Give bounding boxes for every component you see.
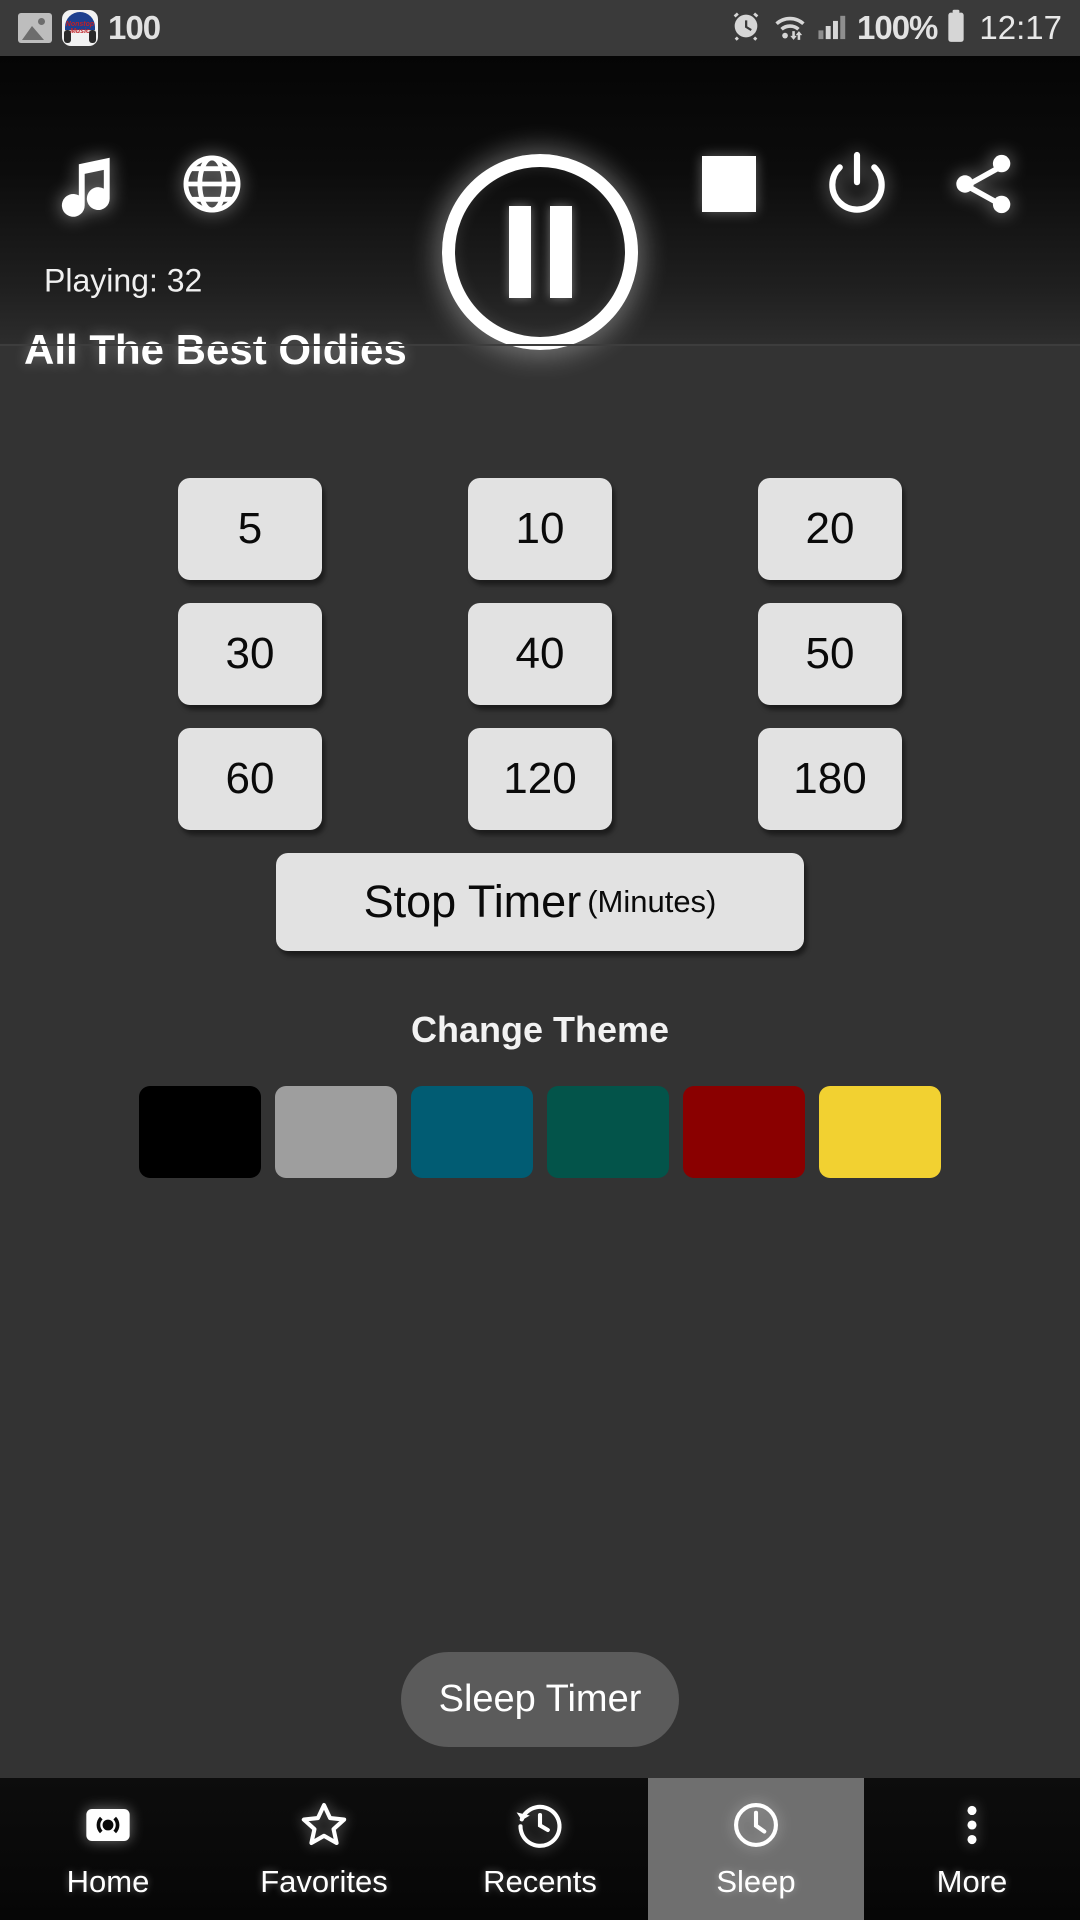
pause-icon[interactable] [442, 154, 638, 350]
nav-item-favorites[interactable]: Favorites [216, 1778, 432, 1920]
nav-item-home[interactable]: Home [0, 1778, 216, 1920]
power-icon[interactable] [818, 145, 896, 223]
history-icon [514, 1799, 566, 1851]
nav-label-favorites: Favorites [260, 1863, 388, 1899]
page-title: All The Best Oldies [24, 326, 407, 373]
sleep-timer-grid: 5 10 20 30 40 50 60 120 180 Stop Timer (… [0, 478, 1080, 951]
battery-icon [945, 9, 967, 48]
timer-button-20[interactable]: 20 [758, 478, 902, 580]
timer-button-40[interactable]: 40 [468, 603, 612, 705]
share-icon[interactable] [944, 145, 1022, 223]
theme-swatch-red[interactable] [683, 1086, 805, 1178]
theme-swatch-black[interactable] [139, 1086, 261, 1178]
nav-item-more[interactable]: More [864, 1778, 1080, 1920]
timer-row: 30 40 50 [0, 603, 1080, 705]
battery-percent: 100% [857, 9, 938, 46]
nonstop-music-app-icon: Nonstop Music [62, 10, 98, 46]
stop-timer-label: Stop Timer [363, 876, 582, 927]
nav-label-home: Home [66, 1863, 150, 1899]
status-bar: Nonstop Music 100 100% 12:17 [0, 0, 1080, 56]
timer-button-30[interactable]: 30 [178, 603, 322, 705]
clock-time: 12:17 [979, 9, 1062, 46]
pause-bars [508, 206, 572, 298]
timer-row: 5 10 20 [0, 478, 1080, 580]
timer-button-5[interactable]: 5 [178, 478, 322, 580]
theme-swatch-yellow[interactable] [819, 1086, 941, 1178]
change-theme-title: Change Theme [410, 1009, 670, 1050]
globe-icon[interactable] [176, 148, 248, 220]
header-divider [0, 344, 1080, 346]
status-bar-right: 100% 12:17 [729, 9, 1062, 48]
alarm-icon [729, 9, 763, 48]
nav-label-sleep: Sleep [716, 1863, 796, 1899]
pause-bar-left [508, 206, 531, 298]
stop-square [702, 156, 756, 212]
signal-icon [817, 11, 849, 46]
nav-label-recents: Recents [483, 1863, 597, 1899]
music-note-icon[interactable] [46, 145, 124, 223]
star-icon [298, 1799, 350, 1851]
nav-item-recents[interactable]: Recents [432, 1778, 648, 1920]
theme-swatch-list [0, 1086, 1080, 1178]
app-screen: Nonstop Music 100 100% 12:17 Playing: 32… [0, 0, 1080, 1920]
status-bar-left: Nonstop Music 100 [18, 9, 161, 47]
timer-button-10[interactable]: 10 [468, 478, 612, 580]
playing-label: Playing: 32 [44, 262, 203, 299]
player-header: Playing: 32 All The Best Oldies [0, 56, 1080, 373]
timer-button-60[interactable]: 60 [178, 728, 322, 830]
stop-timer-button[interactable]: Stop Timer (Minutes) [276, 853, 804, 951]
notification-count: 100 [108, 9, 161, 46]
theme-swatch-gray[interactable] [275, 1086, 397, 1178]
nav-label-more: More [936, 1863, 1008, 1899]
theme-swatch-green[interactable] [547, 1086, 669, 1178]
timer-button-180[interactable]: 180 [758, 728, 902, 830]
sleep-timer-pill[interactable]: Sleep Timer [401, 1652, 679, 1747]
app-icon-label: Nonstop Music [65, 21, 95, 35]
wifi-icon [771, 9, 809, 48]
clock-icon [730, 1799, 782, 1851]
overflow-menu-icon [946, 1799, 998, 1851]
bottom-navigation: Home Favorites Recents Sleep More [0, 1778, 1080, 1920]
theme-swatch-blue[interactable] [411, 1086, 533, 1178]
gallery-icon [18, 13, 52, 43]
nav-item-sleep[interactable]: Sleep [648, 1778, 864, 1920]
timer-button-120[interactable]: 120 [468, 728, 612, 830]
pause-bar-right [549, 206, 572, 298]
broadcast-icon [82, 1799, 134, 1851]
timer-button-50[interactable]: 50 [758, 603, 902, 705]
stop-icon[interactable] [690, 145, 768, 223]
stop-timer-unit: (Minutes) [587, 884, 717, 919]
timer-row: 60 120 180 [0, 728, 1080, 830]
